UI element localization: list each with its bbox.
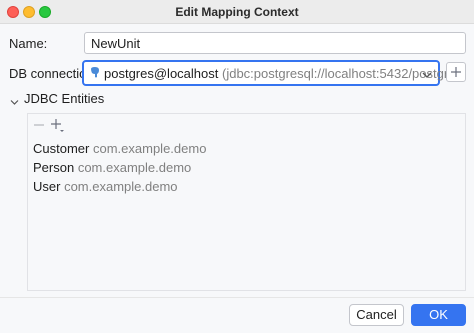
db-connection-select[interactable]: postgres@localhost (jdbc:postgresql://lo…: [82, 60, 466, 86]
section-chevron-down-icon[interactable]: [10, 95, 19, 105]
add-entity-plus-icon[interactable]: [49, 117, 65, 133]
entity-row[interactable]: Customer com.example.demo: [33, 140, 206, 159]
chevron-down-icon[interactable]: [422, 68, 432, 78]
entity-list: Customer com.example.demo Person com.exa…: [33, 140, 206, 197]
jdbc-entities-panel: Customer com.example.demo Person com.exa…: [27, 113, 466, 291]
entity-package: com.example.demo: [64, 179, 178, 194]
title-bar: Edit Mapping Context: [0, 0, 474, 24]
ok-button[interactable]: OK: [411, 304, 466, 326]
jdbc-entities-section-title[interactable]: JDBC Entities: [24, 91, 104, 106]
entity-name: Person: [33, 160, 75, 175]
entity-row[interactable]: Person com.example.demo: [33, 159, 206, 178]
remove-entity-minus-icon[interactable]: [31, 117, 47, 133]
name-label: Name:: [9, 36, 48, 51]
entity-package: com.example.demo: [77, 160, 192, 175]
add-connection-button[interactable]: [446, 62, 466, 82]
postgres-elephant-icon: [89, 67, 101, 79]
plus-icon: [451, 67, 461, 77]
cancel-button[interactable]: Cancel: [349, 304, 404, 326]
footer-divider: [0, 297, 474, 298]
entity-name: User: [33, 179, 61, 194]
name-input[interactable]: [84, 32, 466, 54]
db-connection-name: postgres@localhost: [104, 66, 219, 81]
entity-package: com.example.demo: [92, 141, 207, 156]
window-title: Edit Mapping Context: [175, 5, 299, 19]
entity-row[interactable]: User com.example.demo: [33, 178, 206, 197]
dialog-window: Edit Mapping Context Name: DB connection…: [0, 0, 474, 333]
entity-name: Customer: [33, 141, 90, 156]
